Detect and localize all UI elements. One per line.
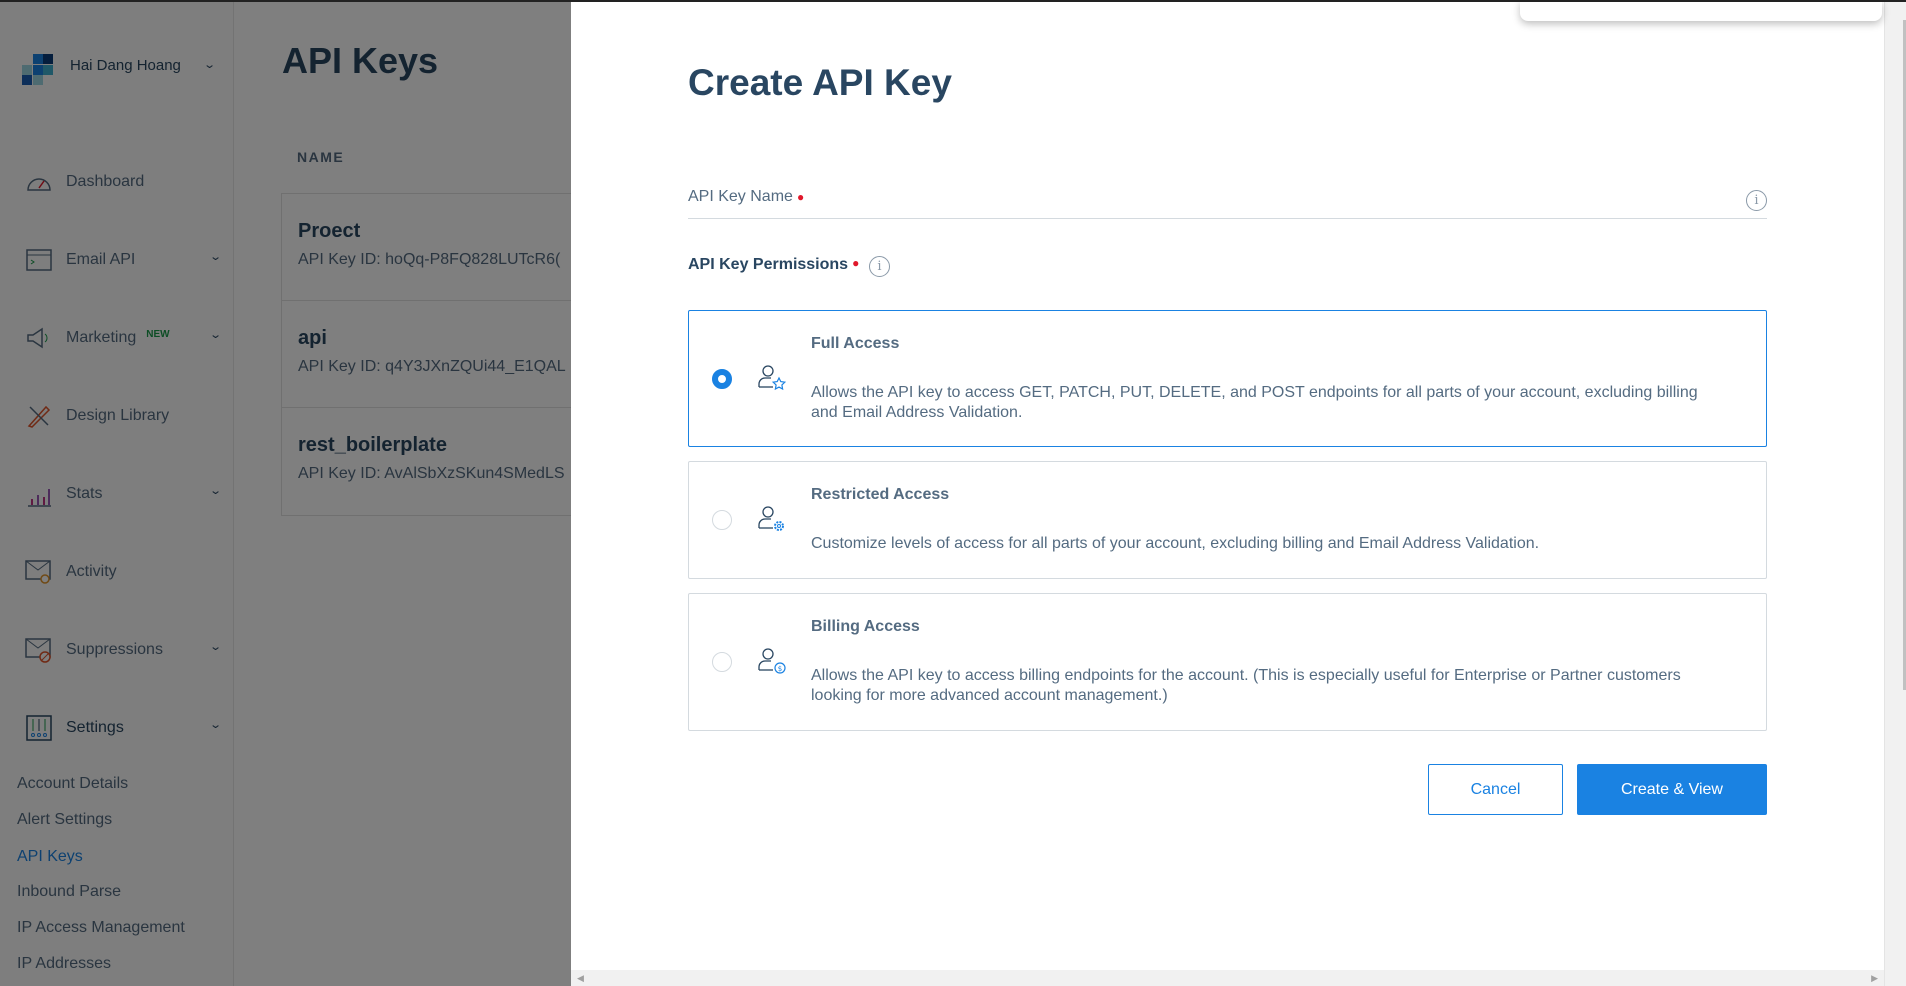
user-star-icon [758,365,787,391]
create-api-key-panel: Create API Key API Key Name ● i API Key P… [571,0,1884,986]
window-top-border [0,0,1906,2]
option-title: Restricted Access [811,486,950,503]
radio-billing-access[interactable] [712,652,732,672]
permissions-label: API Key Permissions ● [688,256,860,273]
create-and-view-button[interactable]: Create & View [1577,764,1767,815]
modal-backdrop[interactable] [0,0,571,986]
option-description: Customize levels of access for all parts… [811,535,1540,552]
api-key-name-field[interactable]: API Key Name ● i [688,188,1767,219]
browser-popup [1520,0,1882,21]
scroll-right-icon[interactable]: ▶ [1871,973,1878,984]
horizontal-scrollbar[interactable]: ◀ ▶ [571,970,1884,986]
option-title: Billing Access [811,618,920,635]
cancel-button[interactable]: Cancel [1428,764,1563,815]
option-description: Allows the API key to access GET, PATCH,… [811,384,1698,421]
permission-option-full-access[interactable]: Full Access Allows the API key to access… [688,310,1767,447]
vertical-scrollbar[interactable] [1884,0,1906,986]
user-gear-icon [758,506,784,531]
permission-option-billing-access[interactable]: $ Billing Access Allows the API key to a… [688,593,1767,731]
permission-option-restricted-access[interactable]: Restricted Access Customize levels of ac… [688,461,1767,579]
modal-title: Create API Key [688,62,952,103]
api-key-name-label: API Key Name [688,188,793,205]
scroll-left-icon[interactable]: ◀ [577,973,584,984]
option-title: Full Access [811,335,900,352]
radio-full-access[interactable] [712,369,732,389]
user-dollar-icon: $ [758,648,786,674]
option-description: Allows the API key to access billing end… [811,667,1681,704]
info-icon[interactable]: i [869,256,890,277]
svg-text:$: $ [778,665,782,673]
radio-restricted-access[interactable] [712,510,732,530]
required-indicator: ● [796,190,805,204]
info-icon[interactable]: i [1746,190,1767,211]
